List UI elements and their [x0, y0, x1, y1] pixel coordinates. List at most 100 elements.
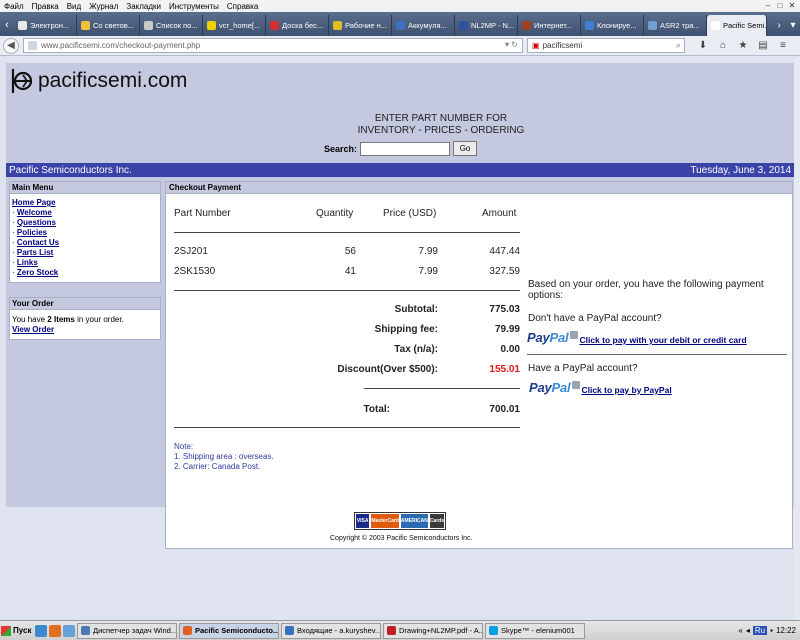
quicklaunch-ie-icon[interactable] [63, 624, 75, 637]
browser-tab[interactable]: Клонируе... [581, 15, 644, 36]
task-label: Pacific Semiconducto... [195, 626, 279, 635]
reload-icon[interactable]: ▾ ↻ [505, 40, 518, 49]
main-menu-link[interactable]: Contact Us [17, 238, 59, 247]
main-menu-link[interactable]: Parts List [17, 248, 53, 257]
order-text-pre: You have [12, 315, 48, 324]
download-icon[interactable]: ⬇ [693, 40, 713, 51]
quicklaunch-desktop-icon[interactable] [35, 624, 47, 637]
browser-tab[interactable]: ASR2 тра... [644, 15, 707, 36]
site-logo[interactable]: pacificsemi.com [10, 67, 187, 95]
tray-network-icon[interactable]: ▪ [770, 626, 773, 635]
quicklaunch-browser-icon[interactable] [49, 624, 61, 637]
taskbar-button[interactable]: Skype™ - elenium001 [485, 622, 585, 639]
site-header: pacificsemi.com ENTER PART NUMBER FOR IN… [6, 63, 794, 163]
menu-item[interactable]: Файл [4, 2, 24, 11]
tab-label: NL2MP - N... [471, 21, 515, 30]
tray-expand-icon[interactable]: « [738, 626, 742, 635]
clock[interactable]: 12:22 [776, 626, 796, 635]
back-button[interactable]: ◀ [3, 37, 19, 54]
tab-label: ASR2 тра... [660, 21, 700, 30]
checkout-title: Checkout Payment [166, 182, 792, 194]
taskbar-button[interactable]: Входящие - a.kuryshev... [281, 622, 381, 639]
task-label: Входящие - a.kuryshev... [297, 626, 381, 635]
browser-tab[interactable]: Рабочие н... [329, 15, 392, 36]
browser-tab[interactable]: Список по... [140, 15, 203, 36]
maximize-icon[interactable]: □ [774, 1, 786, 11]
main-menu-link[interactable]: Policies [17, 228, 47, 237]
view-order-link[interactable]: View Order [12, 325, 54, 334]
browser-tab[interactable]: Интернет... [518, 15, 581, 36]
task-app-icon [489, 626, 498, 635]
total-label: Total: [363, 404, 390, 415]
close-icon[interactable]: ✕ [786, 1, 798, 11]
tab-favicon-icon [648, 21, 657, 30]
bookmark-icon[interactable]: ★ [733, 40, 753, 51]
main-menu-link[interactable]: Zero Stock [17, 268, 58, 277]
pay-by-card-link[interactable]: Click to pay with your debit or credit c… [579, 335, 746, 345]
part-search-input[interactable] [360, 141, 451, 156]
search-icon[interactable]: ⌕ [676, 40, 681, 51]
go-button[interactable]: Go [453, 141, 478, 156]
tab-label: Pacific Semi... [723, 21, 767, 30]
browser-tab[interactable]: Аккумуля... [392, 15, 455, 36]
card-logo-icon: Cards [429, 514, 444, 528]
task-label: Skype™ - elenium001 [501, 626, 575, 635]
main-menu-link[interactable]: Welcome [17, 208, 52, 217]
main-menu-link[interactable]: Links [17, 258, 38, 267]
main-menu-item: · Zero Stock [12, 268, 158, 278]
paypal-logo-icon: PayPal [529, 380, 571, 395]
cell-qty: 41 [344, 266, 356, 277]
window-controls: – □ ✕ [762, 1, 798, 11]
site-identity-icon[interactable] [28, 41, 37, 50]
start-button[interactable]: Пуск [1, 623, 35, 639]
menu-item[interactable]: Инструменты [169, 2, 219, 11]
menu-item[interactable]: Правка [32, 2, 59, 11]
language-indicator[interactable]: Ru [752, 626, 768, 635]
home-icon[interactable]: ⌂ [713, 40, 733, 51]
search-bar[interactable]: ▣ pacificsemi ⌕ [527, 38, 685, 53]
main-menu-link[interactable]: Home Page [12, 198, 56, 207]
cell-part: 2SK1530 [174, 266, 216, 277]
minimize-icon[interactable]: – [762, 1, 774, 11]
start-label: Пуск [13, 626, 32, 635]
pay-by-paypal-link[interactable]: Click to pay by PayPal [581, 385, 671, 395]
menu-item[interactable]: Журнал [89, 2, 118, 11]
browser-tab[interactable]: Доска бес... [266, 15, 329, 36]
main-menu-link[interactable]: Questions [17, 218, 56, 227]
copyright: Copyright © 2003 Pacific Semiconductors … [330, 535, 473, 542]
menu-item[interactable]: Вид [67, 2, 81, 11]
browser-tab[interactable]: vcr_home[... [203, 15, 266, 36]
taskbar-button[interactable]: Диспетчер задач Wind... [77, 622, 177, 639]
shipping-notes: Note: 1. Shipping area : overseas. 2. Ca… [174, 442, 274, 472]
note-line: Note: [174, 442, 194, 451]
card-logo-icon: VISA [356, 514, 370, 528]
tab-favicon-icon [333, 21, 342, 30]
tab-scroll-left-icon[interactable]: ‹ [0, 14, 14, 36]
taskbar-button[interactable]: Pacific Semiconducto... [179, 622, 279, 639]
col-part-number: Part Number [174, 208, 231, 219]
menu-item[interactable]: Закладки [126, 2, 161, 11]
address-bar[interactable]: www.pacificsemi.com/checkout-payment.php… [23, 38, 523, 53]
menu-icon[interactable]: ≡ [773, 40, 793, 51]
tab-list-icon[interactable]: ▾ [786, 20, 800, 31]
tray-volume-icon[interactable]: ◂ [746, 626, 750, 635]
browser-tab[interactable]: NL2MP - N... [455, 15, 518, 36]
tab-favicon-icon [207, 21, 216, 30]
main-menu-item: · Welcome [12, 208, 158, 218]
browser-tab[interactable]: Электрон... [14, 15, 77, 36]
your-order-box: Your Order You have 2 Items in your orde… [9, 297, 161, 340]
menu-item[interactable]: Справка [227, 2, 258, 11]
clipboard-icon[interactable]: ▤ [753, 40, 773, 51]
tab-favicon-icon [18, 21, 27, 30]
toolbar-buttons: ⬇ ⌂ ★ ▤ ≡ [693, 40, 793, 51]
browser-tab[interactable]: Со светов... [77, 15, 140, 36]
taskbar-button[interactable]: Drawing+NL2MP.pdf - A... [383, 622, 483, 639]
discount-value: 155.01 [489, 364, 520, 375]
note-line: 2. Carrier: Canada Post. [174, 462, 261, 471]
tab-scroll-right-icon[interactable]: › [772, 20, 786, 31]
cell-qty: 56 [344, 246, 356, 257]
paypal-logo-icon: PayPal [527, 330, 569, 345]
browser-tab[interactable]: Pacific Semi... [707, 15, 767, 36]
search-engine-icon[interactable]: ▣ [532, 41, 540, 50]
page-scrollbar[interactable] [794, 57, 800, 620]
